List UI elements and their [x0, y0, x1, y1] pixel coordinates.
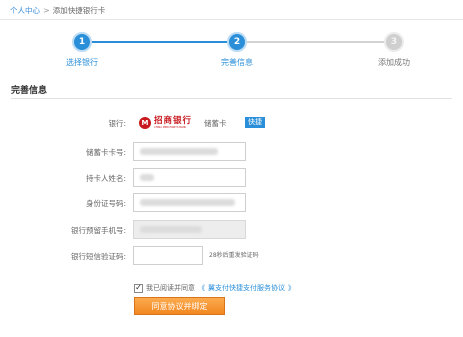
agreement-close-quote: 》 [288, 284, 295, 292]
bank-label: 银行: [108, 119, 126, 128]
breadcrumb-personal-center-link[interactable]: 个人中心 [10, 5, 40, 16]
id-number-masked-value [140, 199, 235, 206]
step-2-circle: 2 [227, 32, 247, 52]
step-progress-line-done [82, 41, 237, 43]
step-1-circle: 1 [72, 32, 92, 52]
quick-pay-badge: 快捷 [245, 117, 265, 128]
card-type: 储蓄卡 [204, 119, 227, 128]
breadcrumb-current: 添加快捷银行卡 [52, 5, 106, 15]
chevron-right-icon: > [43, 5, 50, 15]
bank-logo: M 招商银行 CHINA MERCHANTS BANK [139, 117, 192, 129]
holder-name-masked-value [140, 174, 154, 181]
phone-input[interactable] [133, 220, 246, 239]
bank-name-en: CHINA MERCHANTS BANK [154, 126, 187, 129]
bank-name: 招商银行 [154, 116, 193, 126]
card-number-input[interactable] [133, 142, 246, 161]
sms-code-label: 银行短信验证码: [70, 252, 126, 261]
agreement-open-quote: 《 [198, 284, 205, 292]
sms-code-input[interactable] [133, 246, 203, 265]
section-divider [11, 98, 452, 99]
phone-masked-value [140, 226, 202, 233]
agreement-checkbox[interactable]: ✓ [134, 283, 143, 293]
card-number-label: 储蓄卡卡号: [85, 148, 126, 157]
agreement-link[interactable]: 翼支付快捷支付服务协议 [208, 283, 285, 293]
breadcrumb: 个人中心 > 添加快捷银行卡 [10, 3, 105, 17]
step-3-circle: 3 [384, 32, 404, 52]
holder-name-label: 持卡人姓名: [85, 174, 126, 183]
phone-label: 银行预留手机号: [70, 226, 126, 235]
id-number-input[interactable] [133, 193, 246, 212]
card-number-masked-value [140, 148, 218, 155]
id-number-label: 身份证号码: [85, 199, 126, 208]
agree-and-bind-button[interactable]: 同意协议并绑定 [134, 297, 225, 315]
header-divider [0, 19, 463, 20]
step-1-label: 选择银行 [66, 58, 98, 67]
bank-name-block: 招商银行 CHINA MERCHANTS BANK [154, 116, 193, 130]
section-title: 完善信息 [11, 86, 48, 96]
step-progress-line-pending [237, 41, 394, 43]
step-2-label: 完善信息 [221, 58, 253, 67]
bank-emblem-icon: M [139, 117, 151, 129]
step-3-label: 添加成功 [378, 58, 410, 67]
agreement-row: ✓ 我已阅读并同意 《 翼支付快捷支付服务协议 》 [134, 283, 295, 293]
agreement-text: 我已阅读并同意 [146, 284, 195, 292]
holder-name-input[interactable] [133, 168, 246, 187]
check-icon: ✓ [135, 283, 142, 292]
sms-resend-countdown: 28秒后重发验证码 [209, 252, 259, 259]
